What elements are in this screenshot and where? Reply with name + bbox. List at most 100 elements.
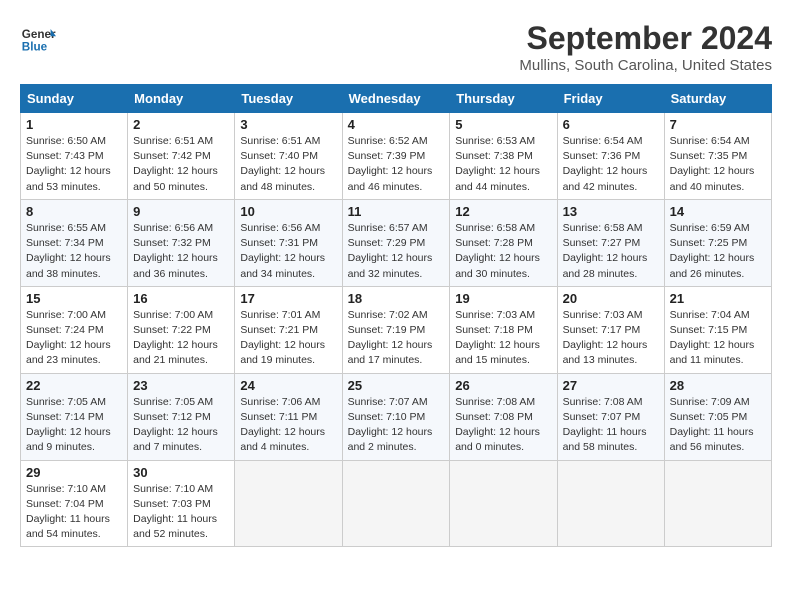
day-info: Sunrise: 7:04 AMSunset: 7:15 PMDaylight:… bbox=[670, 309, 755, 367]
svg-text:Blue: Blue bbox=[22, 41, 48, 54]
table-row: 17 Sunrise: 7:01 AMSunset: 7:21 PMDaylig… bbox=[235, 286, 342, 373]
day-number: 3 bbox=[240, 117, 336, 132]
day-info: Sunrise: 6:56 AMSunset: 7:32 PMDaylight:… bbox=[133, 222, 218, 280]
day-number: 26 bbox=[455, 378, 551, 393]
table-row: 8 Sunrise: 6:55 AMSunset: 7:34 PMDayligh… bbox=[21, 199, 128, 286]
day-number: 17 bbox=[240, 291, 336, 306]
table-row bbox=[664, 460, 771, 547]
header-friday: Friday bbox=[557, 85, 664, 113]
table-row: 20 Sunrise: 7:03 AMSunset: 7:17 PMDaylig… bbox=[557, 286, 664, 373]
table-row: 24 Sunrise: 7:06 AMSunset: 7:11 PMDaylig… bbox=[235, 373, 342, 460]
table-row: 29 Sunrise: 7:10 AMSunset: 7:04 PMDaylig… bbox=[21, 460, 128, 547]
day-info: Sunrise: 7:00 AMSunset: 7:22 PMDaylight:… bbox=[133, 309, 218, 367]
page-header: General Blue September 2024 Mullins, Sou… bbox=[20, 20, 772, 74]
day-number: 23 bbox=[133, 378, 229, 393]
calendar-week-row: 8 Sunrise: 6:55 AMSunset: 7:34 PMDayligh… bbox=[21, 199, 772, 286]
table-row: 6 Sunrise: 6:54 AMSunset: 7:36 PMDayligh… bbox=[557, 113, 664, 200]
table-row: 10 Sunrise: 6:56 AMSunset: 7:31 PMDaylig… bbox=[235, 199, 342, 286]
day-number: 30 bbox=[133, 465, 229, 480]
table-row: 5 Sunrise: 6:53 AMSunset: 7:38 PMDayligh… bbox=[450, 113, 557, 200]
table-row: 12 Sunrise: 6:58 AMSunset: 7:28 PMDaylig… bbox=[450, 199, 557, 286]
calendar-week-row: 29 Sunrise: 7:10 AMSunset: 7:04 PMDaylig… bbox=[21, 460, 772, 547]
header-tuesday: Tuesday bbox=[235, 85, 342, 113]
table-row: 7 Sunrise: 6:54 AMSunset: 7:35 PMDayligh… bbox=[664, 113, 771, 200]
day-number: 25 bbox=[348, 378, 445, 393]
logo-icon: General Blue bbox=[20, 20, 56, 56]
day-number: 7 bbox=[670, 117, 766, 132]
day-info: Sunrise: 7:00 AMSunset: 7:24 PMDaylight:… bbox=[26, 309, 111, 367]
day-info: Sunrise: 6:50 AMSunset: 7:43 PMDaylight:… bbox=[26, 135, 111, 193]
header-monday: Monday bbox=[128, 85, 235, 113]
location: Mullins, South Carolina, United States bbox=[519, 57, 772, 74]
day-info: Sunrise: 7:01 AMSunset: 7:21 PMDaylight:… bbox=[240, 309, 325, 367]
day-number: 14 bbox=[670, 204, 766, 219]
day-info: Sunrise: 6:52 AMSunset: 7:39 PMDaylight:… bbox=[348, 135, 433, 193]
day-info: Sunrise: 7:10 AMSunset: 7:04 PMDaylight:… bbox=[26, 483, 110, 541]
table-row: 1 Sunrise: 6:50 AMSunset: 7:43 PMDayligh… bbox=[21, 113, 128, 200]
day-info: Sunrise: 7:02 AMSunset: 7:19 PMDaylight:… bbox=[348, 309, 433, 367]
header-thursday: Thursday bbox=[450, 85, 557, 113]
day-number: 4 bbox=[348, 117, 445, 132]
table-row bbox=[557, 460, 664, 547]
day-number: 20 bbox=[563, 291, 659, 306]
day-number: 11 bbox=[348, 204, 445, 219]
day-number: 15 bbox=[26, 291, 122, 306]
day-number: 18 bbox=[348, 291, 445, 306]
day-number: 22 bbox=[26, 378, 122, 393]
day-number: 21 bbox=[670, 291, 766, 306]
table-row: 21 Sunrise: 7:04 AMSunset: 7:15 PMDaylig… bbox=[664, 286, 771, 373]
table-row bbox=[342, 460, 450, 547]
table-row: 4 Sunrise: 6:52 AMSunset: 7:39 PMDayligh… bbox=[342, 113, 450, 200]
day-info: Sunrise: 7:08 AMSunset: 7:08 PMDaylight:… bbox=[455, 396, 540, 454]
day-info: Sunrise: 6:59 AMSunset: 7:25 PMDaylight:… bbox=[670, 222, 755, 280]
day-info: Sunrise: 7:03 AMSunset: 7:17 PMDaylight:… bbox=[563, 309, 648, 367]
table-row: 28 Sunrise: 7:09 AMSunset: 7:05 PMDaylig… bbox=[664, 373, 771, 460]
table-row: 11 Sunrise: 6:57 AMSunset: 7:29 PMDaylig… bbox=[342, 199, 450, 286]
day-number: 5 bbox=[455, 117, 551, 132]
day-info: Sunrise: 6:54 AMSunset: 7:36 PMDaylight:… bbox=[563, 135, 648, 193]
day-info: Sunrise: 7:03 AMSunset: 7:18 PMDaylight:… bbox=[455, 309, 540, 367]
table-row: 23 Sunrise: 7:05 AMSunset: 7:12 PMDaylig… bbox=[128, 373, 235, 460]
day-number: 10 bbox=[240, 204, 336, 219]
calendar-week-row: 1 Sunrise: 6:50 AMSunset: 7:43 PMDayligh… bbox=[21, 113, 772, 200]
day-info: Sunrise: 7:10 AMSunset: 7:03 PMDaylight:… bbox=[133, 483, 217, 541]
table-row: 15 Sunrise: 7:00 AMSunset: 7:24 PMDaylig… bbox=[21, 286, 128, 373]
day-number: 16 bbox=[133, 291, 229, 306]
logo: General Blue bbox=[20, 20, 56, 56]
day-info: Sunrise: 7:08 AMSunset: 7:07 PMDaylight:… bbox=[563, 396, 647, 454]
table-row: 27 Sunrise: 7:08 AMSunset: 7:07 PMDaylig… bbox=[557, 373, 664, 460]
day-info: Sunrise: 7:05 AMSunset: 7:12 PMDaylight:… bbox=[133, 396, 218, 454]
day-number: 9 bbox=[133, 204, 229, 219]
calendar-week-row: 22 Sunrise: 7:05 AMSunset: 7:14 PMDaylig… bbox=[21, 373, 772, 460]
table-row: 13 Sunrise: 6:58 AMSunset: 7:27 PMDaylig… bbox=[557, 199, 664, 286]
day-number: 8 bbox=[26, 204, 122, 219]
day-info: Sunrise: 7:06 AMSunset: 7:11 PMDaylight:… bbox=[240, 396, 325, 454]
day-number: 2 bbox=[133, 117, 229, 132]
table-row bbox=[450, 460, 557, 547]
table-row bbox=[235, 460, 342, 547]
calendar-week-row: 15 Sunrise: 7:00 AMSunset: 7:24 PMDaylig… bbox=[21, 286, 772, 373]
day-info: Sunrise: 6:58 AMSunset: 7:27 PMDaylight:… bbox=[563, 222, 648, 280]
day-info: Sunrise: 6:55 AMSunset: 7:34 PMDaylight:… bbox=[26, 222, 111, 280]
header-wednesday: Wednesday bbox=[342, 85, 450, 113]
table-row: 19 Sunrise: 7:03 AMSunset: 7:18 PMDaylig… bbox=[450, 286, 557, 373]
table-row: 26 Sunrise: 7:08 AMSunset: 7:08 PMDaylig… bbox=[450, 373, 557, 460]
header-sunday: Sunday bbox=[21, 85, 128, 113]
day-info: Sunrise: 6:57 AMSunset: 7:29 PMDaylight:… bbox=[348, 222, 433, 280]
day-info: Sunrise: 6:54 AMSunset: 7:35 PMDaylight:… bbox=[670, 135, 755, 193]
day-number: 12 bbox=[455, 204, 551, 219]
day-number: 13 bbox=[563, 204, 659, 219]
table-row: 22 Sunrise: 7:05 AMSunset: 7:14 PMDaylig… bbox=[21, 373, 128, 460]
day-info: Sunrise: 6:58 AMSunset: 7:28 PMDaylight:… bbox=[455, 222, 540, 280]
table-row: 2 Sunrise: 6:51 AMSunset: 7:42 PMDayligh… bbox=[128, 113, 235, 200]
day-number: 19 bbox=[455, 291, 551, 306]
table-row: 9 Sunrise: 6:56 AMSunset: 7:32 PMDayligh… bbox=[128, 199, 235, 286]
day-number: 1 bbox=[26, 117, 122, 132]
month-title: September 2024 bbox=[519, 20, 772, 57]
calendar-header-row: Sunday Monday Tuesday Wednesday Thursday… bbox=[21, 85, 772, 113]
table-row: 16 Sunrise: 7:00 AMSunset: 7:22 PMDaylig… bbox=[128, 286, 235, 373]
day-info: Sunrise: 7:07 AMSunset: 7:10 PMDaylight:… bbox=[348, 396, 433, 454]
day-info: Sunrise: 6:53 AMSunset: 7:38 PMDaylight:… bbox=[455, 135, 540, 193]
table-row: 3 Sunrise: 6:51 AMSunset: 7:40 PMDayligh… bbox=[235, 113, 342, 200]
calendar-table: Sunday Monday Tuesday Wednesday Thursday… bbox=[20, 84, 772, 547]
